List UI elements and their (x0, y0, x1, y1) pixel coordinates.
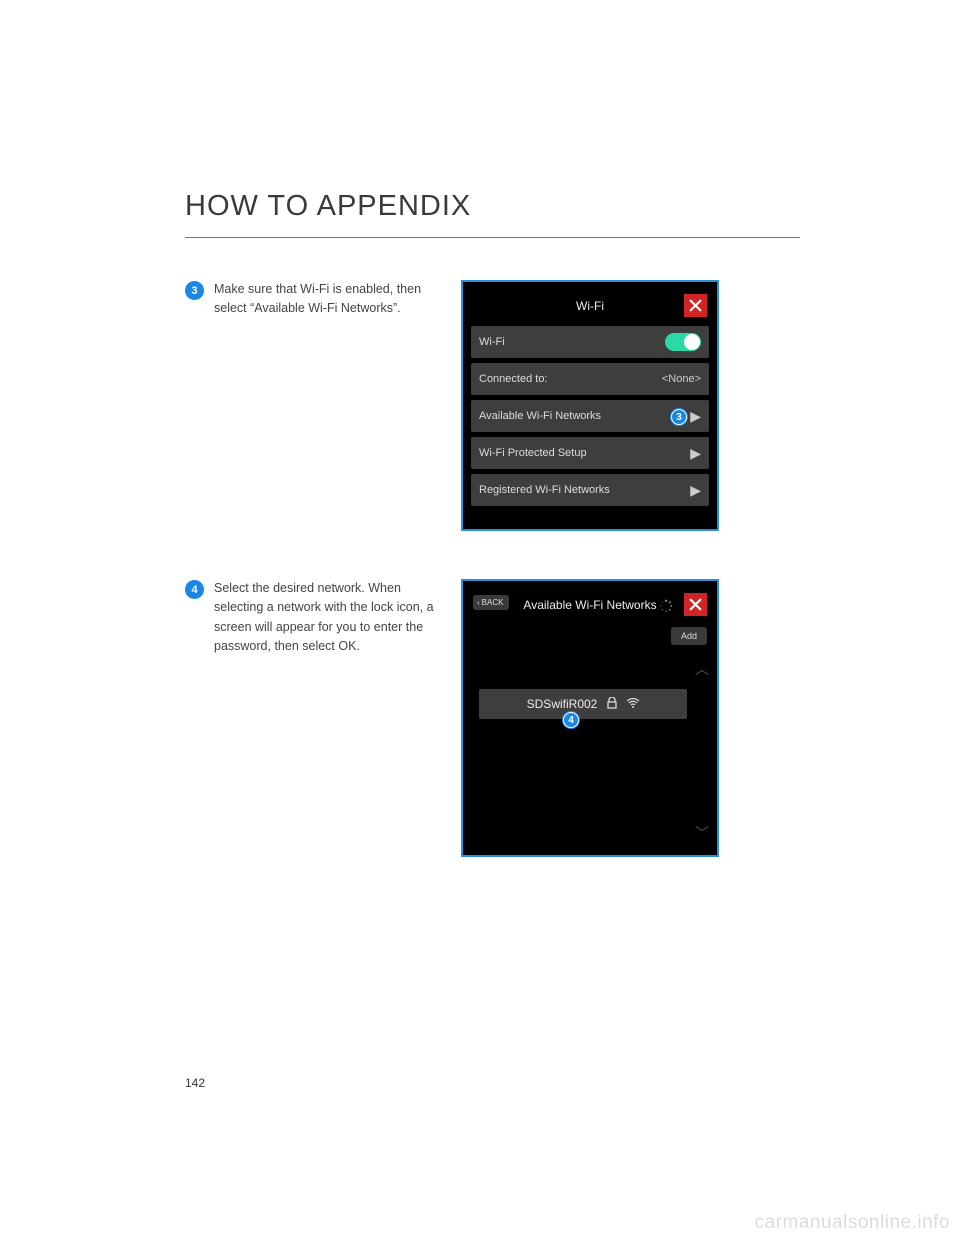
chevron-right-icon: ▶ (690, 445, 701, 462)
chevron-right-icon: ▶ (690, 408, 701, 425)
scroll-arrows: ︿ ﹀ (693, 659, 711, 843)
lock-icon (607, 697, 617, 712)
step-3-block: 3 Make sure that Wi-Fi is enabled, then … (185, 280, 800, 531)
chevron-right-icon: ▶ (690, 482, 701, 499)
scroll-up-icon[interactable]: ︿ (695, 659, 709, 679)
page-number: 142 (185, 1076, 205, 1090)
available-label: Available Wi-Fi Networks (479, 410, 684, 422)
title-divider (185, 237, 800, 238)
available-networks-row[interactable]: Available Wi-Fi Networks 3 ▶ (471, 400, 709, 432)
back-button[interactable]: ‹ BACK (473, 595, 509, 610)
connected-value: <None> (662, 373, 701, 385)
wifi-toggle-row[interactable]: Wi-Fi (471, 326, 709, 358)
page-title: HOW TO APPENDIX (185, 190, 800, 223)
wifi-settings-screen: Wi-Fi Wi-Fi Connected to: <None> Availab… (461, 280, 719, 531)
registered-label: Registered Wi-Fi Networks (479, 484, 684, 496)
close-button[interactable] (684, 294, 707, 317)
callout-badge-3: 3 (671, 409, 687, 425)
add-network-button[interactable]: Add (671, 627, 707, 645)
step-3-text: Make sure that Wi-Fi is enabled, then se… (214, 280, 445, 319)
wifi-signal-icon (627, 698, 639, 711)
network-list-item[interactable]: SDSwifiR002 4 (479, 689, 687, 719)
callout-badge-4: 4 (563, 712, 579, 728)
scroll-down-icon[interactable]: ﹀ (695, 823, 709, 843)
available-networks-screen: ‹ BACK Available Wi-Fi Networks Add (461, 579, 719, 857)
step-3-badge: 3 (185, 281, 204, 300)
connected-to-row[interactable]: Connected to: <None> (471, 363, 709, 395)
close-icon (689, 299, 702, 312)
wps-row[interactable]: Wi-Fi Protected Setup ▶ (471, 437, 709, 469)
wps-label: Wi-Fi Protected Setup (479, 447, 684, 459)
wifi-label: Wi-Fi (479, 336, 665, 348)
close-icon (689, 598, 702, 611)
step-4-text: Select the desired network. When selecti… (214, 579, 445, 657)
network-name: SDSwifiR002 (527, 697, 598, 711)
watermark: carmanualsonline.info (755, 1212, 950, 1234)
wifi-toggle-on[interactable] (665, 333, 701, 351)
step-4-block: 4 Select the desired network. When selec… (185, 579, 800, 857)
loading-spinner-icon (659, 599, 673, 613)
step-4-badge: 4 (185, 580, 204, 599)
close-button[interactable] (684, 593, 707, 616)
screen1-title: Wi-Fi (471, 299, 709, 313)
back-label: BACK (482, 598, 504, 607)
chevron-left-icon: ‹ (477, 598, 480, 607)
connected-label: Connected to: (479, 373, 654, 385)
registered-networks-row[interactable]: Registered Wi-Fi Networks ▶ (471, 474, 709, 506)
